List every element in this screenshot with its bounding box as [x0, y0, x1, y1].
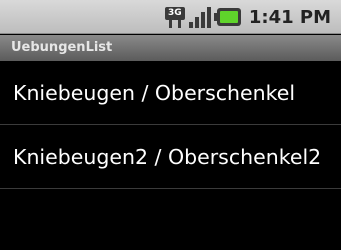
app-title: UebungenList	[11, 40, 113, 55]
signal-strength-icon	[188, 6, 211, 28]
list-item-label: Kniebeugen2 / Oberschenkel2	[13, 144, 322, 169]
data-activity-arrows	[168, 20, 181, 28]
list-item[interactable]: Kniebeugen / Oberschenkel	[0, 61, 341, 125]
app-title-bar: UebungenList	[0, 35, 341, 61]
3g-data-icon: 3G	[164, 5, 185, 29]
battery-charging-icon	[213, 8, 241, 26]
network-type-label: 3G	[164, 7, 185, 20]
exercise-list: Kniebeugen / Oberschenkel Kniebeugen2 / …	[0, 61, 341, 189]
list-item[interactable]: Kniebeugen2 / Oberschenkel2	[0, 125, 341, 189]
status-bar: 3G 1:41 PM	[0, 0, 341, 34]
list-item-label: Kniebeugen / Oberschenkel	[13, 80, 296, 105]
status-clock: 1:41 PM	[248, 6, 331, 28]
status-icons: 3G 1:41 PM	[164, 0, 341, 34]
